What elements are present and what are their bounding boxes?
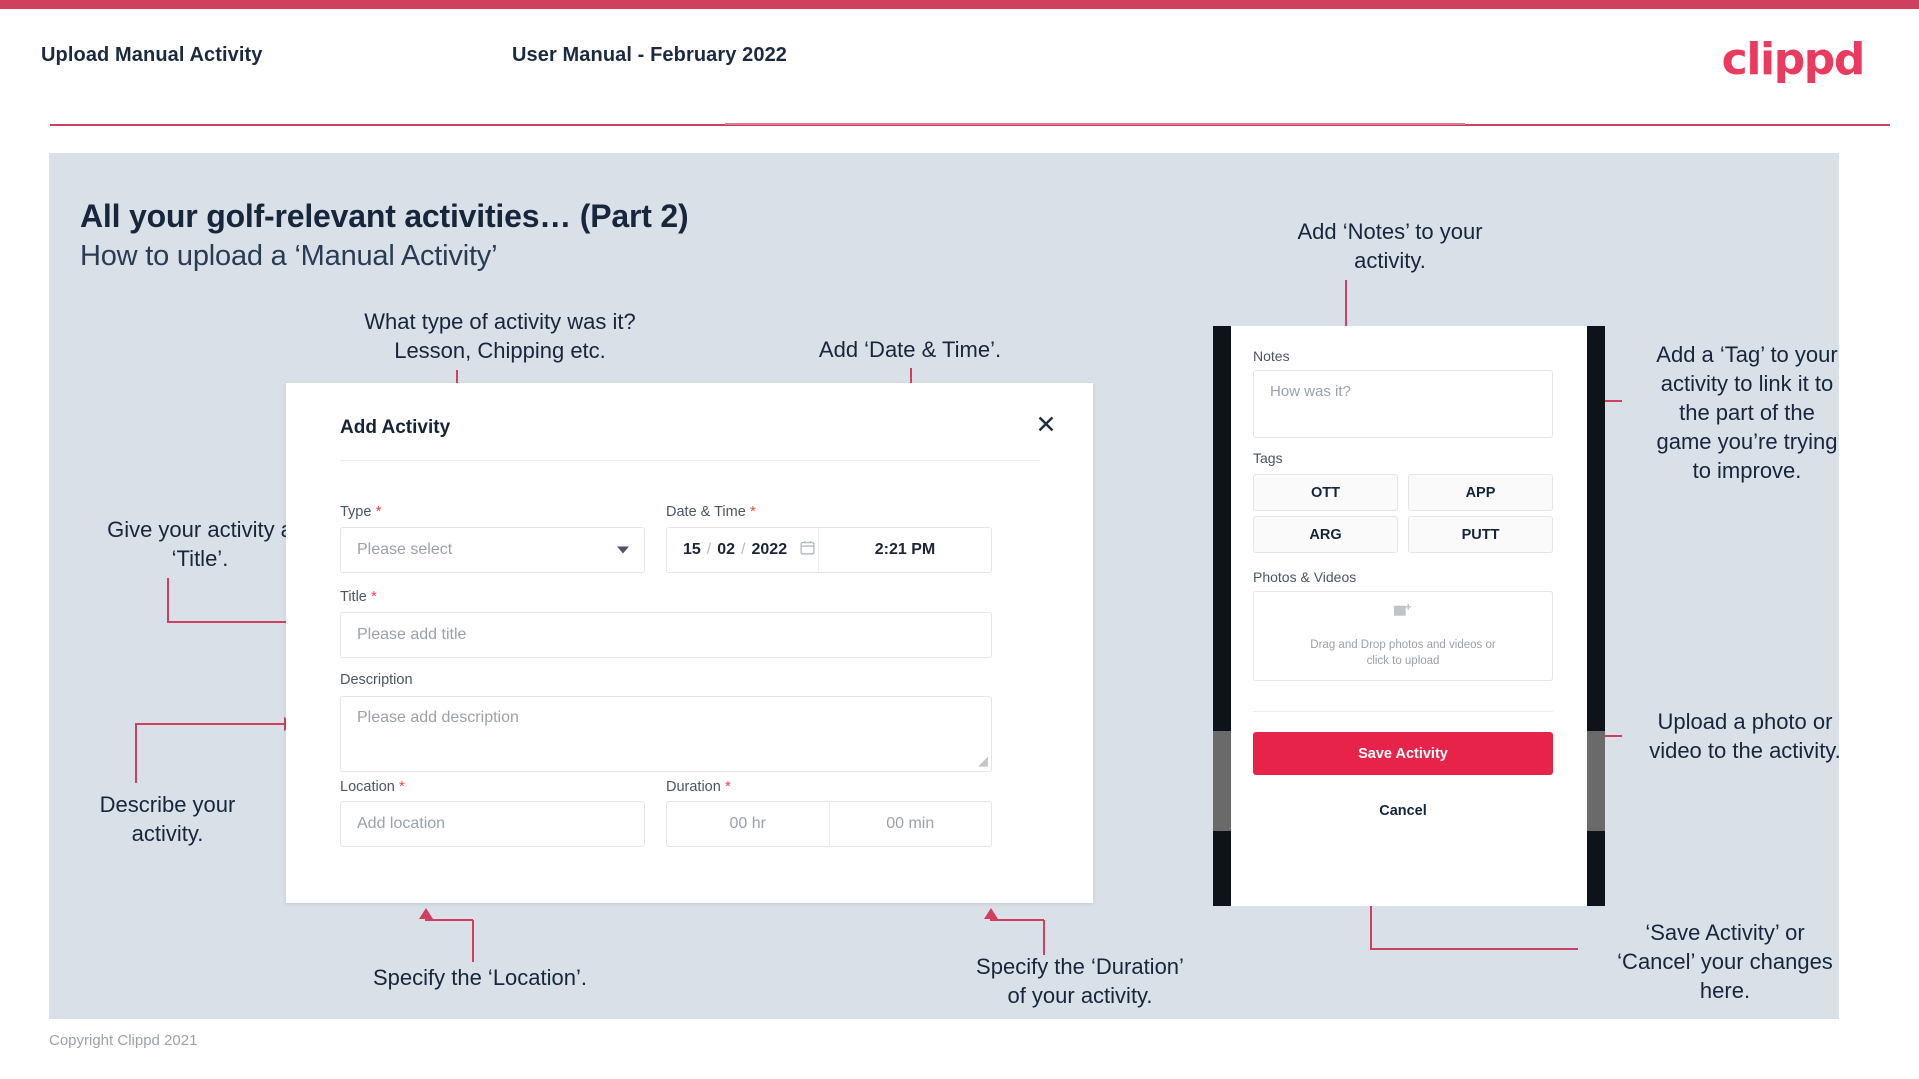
duration-hours-input[interactable]: 00 hr — [667, 802, 829, 846]
type-label: Type * — [340, 503, 381, 520]
page-title: Upload Manual Activity — [41, 44, 263, 66]
type-select[interactable]: Please select — [340, 527, 645, 573]
date-separator: / — [741, 541, 746, 558]
add-image-icon — [1392, 603, 1414, 628]
dialog-divider — [340, 460, 1040, 461]
dropzone-text: Drag and Drop photos and videos or click… — [1310, 637, 1495, 669]
phone-screen: Notes How was it? Tags OTT APP ARG PUTT … — [1231, 326, 1587, 906]
connector-save-h — [1415, 948, 1578, 950]
dropzone-line1: Drag and Drop photos and videos or — [1310, 639, 1496, 651]
location-input[interactable]: Add location — [340, 801, 645, 847]
date-separator: / — [706, 541, 712, 558]
date-year: 2022 — [751, 541, 788, 558]
description-label-text: Description — [340, 672, 413, 688]
tag-button-app[interactable]: APP — [1408, 474, 1553, 511]
connector-title-v — [167, 578, 169, 622]
resize-handle-icon[interactable]: ◢ — [978, 753, 988, 769]
connector-desc-v — [135, 723, 137, 783]
clippd-logo: clippd — [1721, 34, 1866, 85]
annotation-location: Specify the ‘Location’. — [372, 965, 588, 990]
description-label: Description — [340, 672, 413, 688]
tag-button-ott[interactable]: OTT — [1253, 474, 1398, 511]
annotation-type: What type of activity was it? Lesson, Ch… — [364, 309, 636, 363]
dialog-title: Add Activity — [340, 417, 451, 438]
location-label-text: Location — [340, 779, 395, 795]
footer-copyright: Copyright Clippd 2021 — [49, 1032, 198, 1049]
datetime-label: Date & Time * — [666, 503, 756, 520]
dropzone-line2: click to upload — [1366, 655, 1440, 667]
description-textarea[interactable]: Please add description ◢ — [340, 696, 992, 772]
phone-bezel-right-grey — [1587, 731, 1605, 831]
duration-label: Duration * — [666, 778, 731, 795]
slide-subtitle: How to upload a ‘Manual Activity’ — [80, 240, 498, 272]
notes-label: Notes — [1253, 348, 1290, 364]
tag-button-putt[interactable]: PUTT — [1408, 516, 1553, 553]
annotation-description: Describe your activity. — [99, 792, 236, 846]
close-icon[interactable]: ✕ — [1029, 407, 1063, 441]
slide-title: All your golf-relevant activities… (Part… — [80, 198, 689, 234]
datetime-group: 15 / 02 / 2022 2:21 PM — [666, 527, 992, 573]
required-asterisk: * — [720, 778, 731, 795]
phone-divider — [1253, 711, 1553, 712]
cancel-button[interactable]: Cancel — [1253, 803, 1553, 819]
add-activity-dialog: Add Activity ✕ Type * Please select Date… — [286, 383, 1093, 903]
notes-textarea[interactable]: How was it? — [1253, 370, 1553, 438]
annotation-save-cancel: ‘Save Activity’ or ‘Cancel’ your changes… — [1617, 920, 1833, 1003]
calendar-icon[interactable] — [799, 539, 816, 561]
annotation-photos: Upload a photo or video to the activity. — [1649, 709, 1841, 763]
connector-dur-h — [990, 919, 1044, 921]
type-label-text: Type — [340, 504, 372, 520]
date-day: 15 — [683, 541, 701, 558]
date-month: 02 — [717, 541, 736, 558]
document-subtitle: User Manual - February 2022 — [512, 44, 788, 66]
connector-loc-h — [425, 919, 473, 921]
connector-dur-arrow — [984, 908, 998, 919]
save-activity-button[interactable]: Save Activity — [1253, 732, 1553, 775]
tags-label: Tags — [1253, 450, 1283, 466]
chevron-down-icon — [617, 546, 629, 554]
duration-minutes-input[interactable]: 00 min — [828, 802, 992, 846]
phone-bezel-left-grey — [1213, 731, 1231, 831]
date-input[interactable]: 15 / 02 / 2022 — [667, 528, 819, 572]
duration-label-text: Duration — [666, 779, 721, 795]
header-divider-soft — [725, 123, 1465, 125]
slide-page: Upload Manual Activity User Manual - Feb… — [0, 0, 1919, 1079]
required-asterisk: * — [371, 503, 382, 520]
tag-button-arg[interactable]: ARG — [1253, 516, 1398, 553]
annotation-notes: Add ‘Notes’ to your activity. — [1297, 219, 1483, 273]
connector-desc-h — [135, 723, 285, 725]
notes-placeholder: How was it? — [1270, 383, 1351, 400]
connector-loc-v — [472, 920, 474, 962]
connector-dur-v — [1043, 920, 1045, 955]
type-placeholder: Please select — [357, 541, 453, 558]
required-asterisk: * — [745, 503, 756, 520]
location-label: Location * — [340, 778, 405, 795]
photos-label: Photos & Videos — [1253, 569, 1357, 585]
connector-save-h2 — [1370, 948, 1416, 950]
annotation-datetime: Add ‘Date & Time’. — [818, 337, 1002, 362]
top-accent-bar — [0, 0, 1919, 9]
description-placeholder: Please add description — [357, 709, 519, 726]
datetime-label-text: Date & Time — [666, 504, 746, 520]
title-label: Title * — [340, 588, 377, 605]
connector-loc-arrow — [419, 908, 433, 919]
phone-mockup: Notes How was it? Tags OTT APP ARG PUTT … — [1213, 326, 1605, 906]
required-asterisk: * — [366, 588, 377, 605]
annotation-tags: Add a ‘Tag’ to your activity to link it … — [1656, 342, 1838, 483]
annotation-duration: Specify the ‘Duration’ of your activity. — [976, 954, 1184, 1008]
required-asterisk: * — [394, 778, 405, 795]
location-placeholder: Add location — [357, 815, 446, 832]
title-label-text: Title — [340, 589, 367, 605]
duration-group: 00 hr 00 min — [666, 801, 992, 847]
photo-dropzone[interactable]: Drag and Drop photos and videos or click… — [1253, 591, 1553, 681]
title-input[interactable]: Please add title — [340, 612, 992, 658]
title-placeholder: Please add title — [357, 626, 467, 643]
connector-title-h — [167, 621, 289, 623]
time-input[interactable]: 2:21 PM — [819, 528, 991, 572]
